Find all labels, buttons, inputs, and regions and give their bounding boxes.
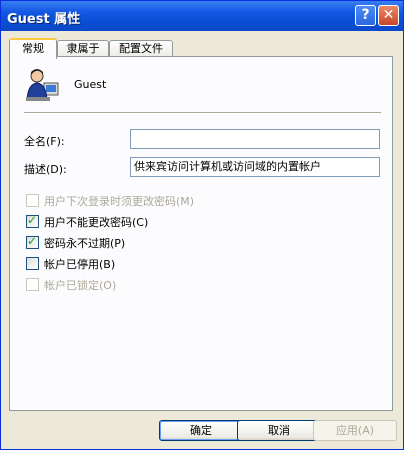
fullname-label: 全名(F): <box>24 135 65 148</box>
tab-profile[interactable]: 配置文件 <box>109 40 173 57</box>
checkmark-icon: ✓ <box>27 234 38 248</box>
checkbox-label: 用户不能更改密码(C) <box>44 216 149 229</box>
tab-general[interactable]: 常规 <box>9 38 57 59</box>
checkbox-box: ✓ <box>26 213 39 228</box>
tab-member-of[interactable]: 隶属于 <box>57 40 109 57</box>
help-button[interactable]: ? <box>355 5 376 26</box>
checkbox-box <box>26 257 39 270</box>
window-title: Guest 属性 <box>7 12 81 27</box>
checkbox-label: 帐户已停用(B) <box>44 258 116 271</box>
separator <box>24 112 381 114</box>
close-button[interactable]: ✕ <box>378 5 399 26</box>
fullname-field[interactable] <box>130 129 380 149</box>
apply-button[interactable]: 应用(A) <box>313 420 397 441</box>
general-tab-panel: Guest 全名(F): 描述(D): 供来宾访问计算机或访问域的内置帐户 用户… <box>9 56 393 411</box>
user-avatar-icon <box>26 69 59 101</box>
description-field[interactable]: 供来宾访问计算机或访问域的内置帐户 <box>130 157 380 177</box>
user-name: Guest <box>74 78 107 91</box>
checkbox-label: 密码永不过期(P) <box>44 237 126 250</box>
checkbox-label: 用户下次登录时须更改密码(M) <box>44 195 195 208</box>
checkmark-icon: ✓ <box>27 213 38 227</box>
checkbox-box: ✓ <box>26 234 39 249</box>
ok-button[interactable]: 确定 <box>159 420 243 441</box>
description-label: 描述(D): <box>24 163 67 176</box>
checkbox-label: 帐户已锁定(O) <box>44 279 117 292</box>
title-bar[interactable]: Guest 属性 ? ✕ <box>1 1 403 31</box>
cancel-button[interactable]: 取消 <box>237 420 321 441</box>
checkbox-box <box>26 278 39 291</box>
properties-dialog: Guest 属性 ? ✕ 常规 隶属于 配置文件 Guest 全名(F): 描述… <box>0 0 404 450</box>
checkbox-box <box>26 194 39 207</box>
